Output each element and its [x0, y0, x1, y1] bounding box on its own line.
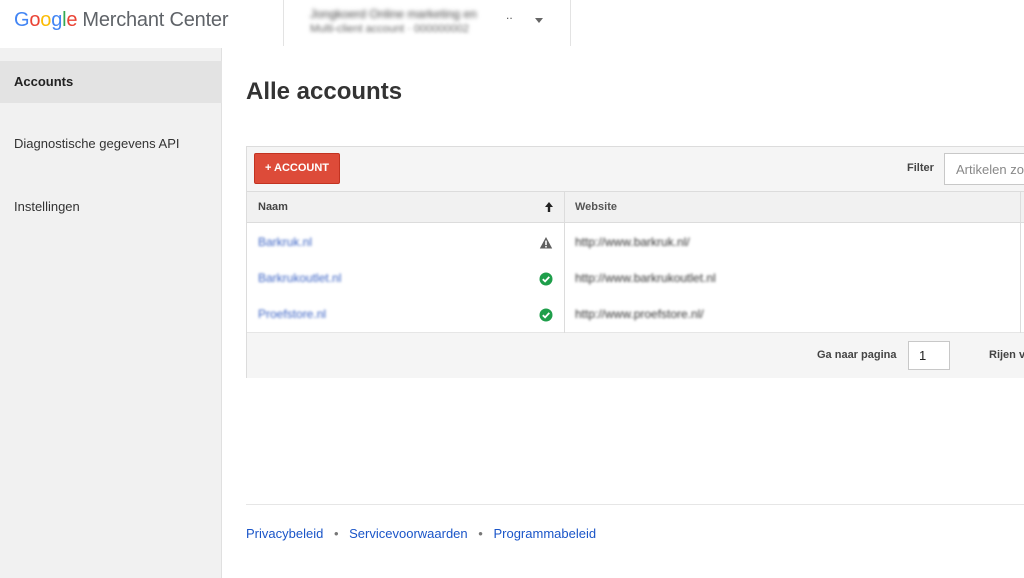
pagination-bar: Ga naar pagina Rijen v: [247, 333, 1024, 378]
filter-input[interactable]: [944, 153, 1024, 185]
check-circle-icon: [539, 272, 553, 286]
arrow-up-icon[interactable]: [543, 200, 555, 214]
check-circle-icon: [539, 308, 553, 322]
table-row: Barkruk.nl http://www.barkruk.nl/: [247, 224, 1024, 261]
logo-letter: e: [66, 9, 78, 31]
logo-letter: o: [40, 9, 52, 31]
divider: [570, 0, 571, 46]
app-header: Google Merchant Center Jongkoerd Online m…: [0, 0, 1024, 48]
product-name: Merchant Center: [82, 9, 229, 31]
footer-links: Privacybeleid • Servicevoorwaarden • Pro…: [246, 526, 596, 541]
add-account-button[interactable]: + ACCOUNT: [254, 153, 340, 184]
page-title: Alle accounts: [246, 78, 403, 105]
account-name-ellipsis: ..: [506, 8, 513, 22]
program-policies-link[interactable]: Programmabeleid: [493, 526, 596, 541]
privacy-policy-link[interactable]: Privacybeleid: [246, 526, 323, 541]
logo-letter: g: [51, 9, 63, 31]
footer-divider: [246, 504, 1024, 505]
sidebar-item-settings[interactable]: Instellingen: [0, 186, 222, 228]
account-switcher[interactable]: Jongkoerd Online marketing en .. Multi-c…: [284, 0, 570, 46]
column-header-website[interactable]: Website: [575, 192, 617, 222]
website-text: http://www.barkruk.nl/: [575, 235, 690, 249]
sidebar: Accounts Diagnostische gegevens API Inst…: [0, 48, 222, 578]
goto-page-label: Ga naar pagina: [817, 349, 897, 361]
footer-separator: •: [478, 526, 483, 541]
footer-separator: •: [333, 526, 339, 541]
account-name: Jongkoerd Online marketing en: [310, 7, 477, 21]
account-link[interactable]: Barkrukoutlet.nl: [258, 271, 341, 285]
table-row: Barkrukoutlet.nl http://www.barkrukoutle…: [247, 260, 1024, 297]
google-merchant-center-logo[interactable]: Google Merchant Center: [14, 9, 229, 32]
website-text: http://www.barkrukoutlet.nl: [575, 271, 716, 285]
account-id: Multi-client account · 000000002: [310, 23, 469, 35]
column-header-name[interactable]: Naam: [258, 192, 288, 222]
table-row: Proefstore.nl http://www.proefstore.nl/: [247, 296, 1024, 333]
column-divider: [1020, 192, 1021, 333]
sidebar-item-accounts[interactable]: Accounts: [0, 61, 222, 103]
terms-of-service-link[interactable]: Servicevoorwaarden: [349, 526, 468, 541]
filter-label: Filter: [907, 162, 934, 174]
accounts-panel: + ACCOUNT Filter Naam Website Barkruk.nl…: [246, 146, 1024, 378]
account-link[interactable]: Barkruk.nl: [258, 235, 312, 249]
warning-triangle-icon: [539, 237, 553, 249]
website-text: http://www.proefstore.nl/: [575, 307, 704, 321]
table-header: Naam Website: [247, 192, 1024, 223]
page-number-input[interactable]: [908, 341, 950, 370]
chevron-down-icon[interactable]: [535, 18, 543, 23]
column-divider: [564, 192, 565, 333]
rows-per-page-label: Rijen v: [989, 349, 1024, 361]
account-link[interactable]: Proefstore.nl: [258, 307, 326, 321]
sidebar-item-diagnostics-api[interactable]: Diagnostische gegevens API: [0, 123, 222, 165]
table-toolbar: + ACCOUNT Filter: [247, 147, 1024, 192]
logo-letter: o: [29, 9, 41, 31]
logo-letter: G: [14, 9, 30, 31]
